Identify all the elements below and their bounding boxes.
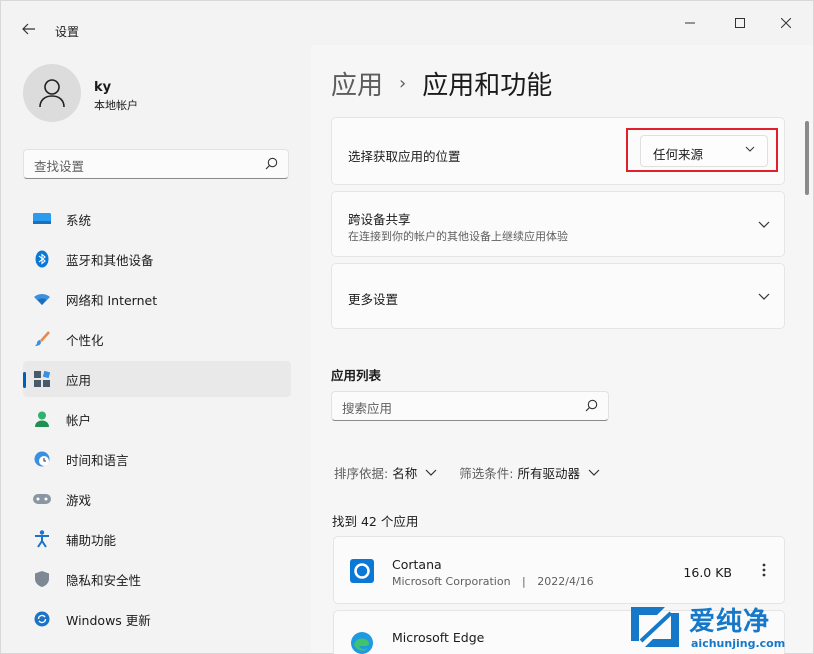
install-source-card: 选择获取应用的位置 任何来源 bbox=[331, 117, 785, 185]
person-outline-icon bbox=[39, 79, 65, 108]
install-source-label: 选择获取应用的位置 bbox=[348, 149, 461, 164]
sidebar-item-label: 应用 bbox=[66, 372, 92, 388]
maximize-button[interactable] bbox=[717, 9, 763, 37]
settings-search-input[interactable]: 查找设置 bbox=[23, 149, 289, 179]
app-publisher: Microsoft Corporation bbox=[392, 575, 511, 588]
sidebar-item-label: 帐户 bbox=[66, 412, 92, 428]
settings-window: 设置 ky 本地帐户 查找设置 系统 蓝牙和其他设备 网络和 Internet … bbox=[0, 0, 814, 654]
sidebar-item-label: 系统 bbox=[66, 212, 92, 228]
share-across-devices-card[interactable]: 跨设备共享 在连接到你的帐户的其他设备上继续应用体验 bbox=[331, 191, 785, 257]
person-icon bbox=[33, 410, 51, 428]
breadcrumb: 应用 › 应用和功能 bbox=[331, 65, 552, 102]
user-name: ky bbox=[94, 80, 112, 95]
more-settings-card[interactable]: 更多设置 bbox=[331, 263, 785, 329]
sidebar-item-time-language[interactable]: 时间和语言 bbox=[23, 441, 291, 477]
app-publisher-date: Microsoft Corporation | 2022/4/16 bbox=[392, 575, 594, 588]
sidebar-item-label: 蓝牙和其他设备 bbox=[66, 252, 154, 268]
sort-label: 排序依据: bbox=[334, 466, 389, 481]
title-bar: 设置 bbox=[1, 1, 813, 45]
sidebar-item-network[interactable]: 网络和 Internet bbox=[23, 281, 291, 317]
arrow-left-icon bbox=[22, 23, 35, 35]
cortana-icon bbox=[350, 559, 374, 583]
app-size: 16.0 KB bbox=[683, 565, 732, 580]
page-title: 应用和功能 bbox=[422, 71, 553, 101]
sidebar-item-apps[interactable]: 应用 bbox=[23, 361, 291, 397]
watermark: 爱纯净 aichunjing.com bbox=[621, 601, 813, 653]
sidebar-item-privacy[interactable]: 隐私和安全性 bbox=[23, 561, 291, 597]
minimize-button[interactable] bbox=[667, 9, 713, 37]
watermark-url: aichunjing.com bbox=[691, 637, 786, 650]
highlight-box bbox=[626, 128, 778, 172]
app-name: Cortana bbox=[392, 557, 442, 572]
app-search-placeholder: 搜索应用 bbox=[342, 401, 393, 416]
watermark-logo-icon bbox=[631, 607, 679, 647]
chevron-down-icon[interactable] bbox=[425, 469, 437, 476]
wifi-icon bbox=[33, 290, 51, 308]
window-title: 设置 bbox=[55, 25, 80, 39]
sidebar-item-system[interactable]: 系统 bbox=[23, 201, 291, 237]
filter-dropdown[interactable]: 所有驱动器 bbox=[517, 463, 580, 482]
avatar[interactable] bbox=[23, 64, 81, 122]
app-row-cortana[interactable]: Cortana Microsoft Corporation | 2022/4/1… bbox=[333, 536, 785, 604]
sidebar-item-label: 游戏 bbox=[66, 492, 92, 508]
sidebar-item-label: Windows 更新 bbox=[66, 612, 151, 628]
accessibility-icon bbox=[33, 530, 51, 548]
minimize-icon bbox=[685, 22, 695, 24]
sidebar-item-gaming[interactable]: 游戏 bbox=[23, 481, 291, 517]
scrollbar[interactable] bbox=[805, 121, 809, 195]
search-icon bbox=[585, 399, 598, 412]
filter-label: 筛选条件: bbox=[459, 466, 514, 481]
close-button[interactable] bbox=[763, 9, 809, 37]
account-type: 本地帐户 bbox=[94, 99, 138, 112]
sidebar-item-personalization[interactable]: 个性化 bbox=[23, 321, 291, 357]
meta-separator: | bbox=[522, 575, 526, 588]
breadcrumb-parent[interactable]: 应用 bbox=[331, 65, 383, 102]
chevron-down-icon bbox=[758, 293, 770, 300]
bluetooth-icon bbox=[33, 250, 51, 268]
monitor-icon bbox=[33, 210, 51, 228]
breadcrumb-separator: › bbox=[399, 73, 407, 94]
sidebar-item-accessibility[interactable]: 辅助功能 bbox=[23, 521, 291, 557]
sidebar-item-label: 网络和 Internet bbox=[66, 292, 158, 308]
sidebar-item-windows-update[interactable]: Windows 更新 bbox=[23, 601, 291, 637]
app-count: 找到 42 个应用 bbox=[332, 514, 419, 529]
sidebar-nav: 系统 蓝牙和其他设备 网络和 Internet 个性化 应用 帐户 时间和语言 bbox=[23, 201, 291, 641]
shield-icon bbox=[33, 570, 51, 588]
sidebar-item-label: 辅助功能 bbox=[66, 532, 117, 548]
search-placeholder: 查找设置 bbox=[34, 159, 85, 174]
chevron-down-icon bbox=[758, 221, 770, 228]
brush-icon bbox=[33, 330, 51, 348]
search-icon bbox=[265, 157, 278, 170]
sidebar-item-bluetooth[interactable]: 蓝牙和其他设备 bbox=[23, 241, 291, 277]
watermark-text: 爱纯净 bbox=[689, 607, 771, 637]
app-name: Microsoft Edge bbox=[392, 630, 485, 645]
sidebar-item-label: 时间和语言 bbox=[66, 452, 129, 468]
close-icon bbox=[781, 18, 791, 28]
maximize-icon bbox=[735, 18, 745, 28]
update-icon bbox=[33, 610, 51, 628]
clock-globe-icon bbox=[33, 450, 51, 468]
more-settings-title: 更多设置 bbox=[348, 292, 399, 307]
sidebar-item-accounts[interactable]: 帐户 bbox=[23, 401, 291, 437]
share-subtitle: 在连接到你的帐户的其他设备上继续应用体验 bbox=[348, 230, 568, 243]
edge-icon bbox=[351, 632, 373, 654]
back-button[interactable] bbox=[17, 17, 41, 41]
apps-icon bbox=[33, 370, 51, 388]
more-options-icon[interactable] bbox=[762, 563, 766, 577]
gamepad-icon bbox=[33, 490, 51, 508]
app-search-input[interactable]: 搜索应用 bbox=[331, 391, 609, 421]
sidebar-item-label: 个性化 bbox=[66, 332, 104, 348]
sidebar-item-label: 隐私和安全性 bbox=[66, 572, 142, 588]
share-title: 跨设备共享 bbox=[348, 212, 411, 227]
app-filters: 排序依据: 名称 筛选条件: 所有驱动器 bbox=[334, 463, 622, 482]
sort-dropdown[interactable]: 名称 bbox=[392, 463, 417, 482]
app-date: 2022/4/16 bbox=[537, 575, 594, 588]
chevron-down-icon[interactable] bbox=[588, 469, 600, 476]
app-list-title: 应用列表 bbox=[331, 368, 382, 383]
